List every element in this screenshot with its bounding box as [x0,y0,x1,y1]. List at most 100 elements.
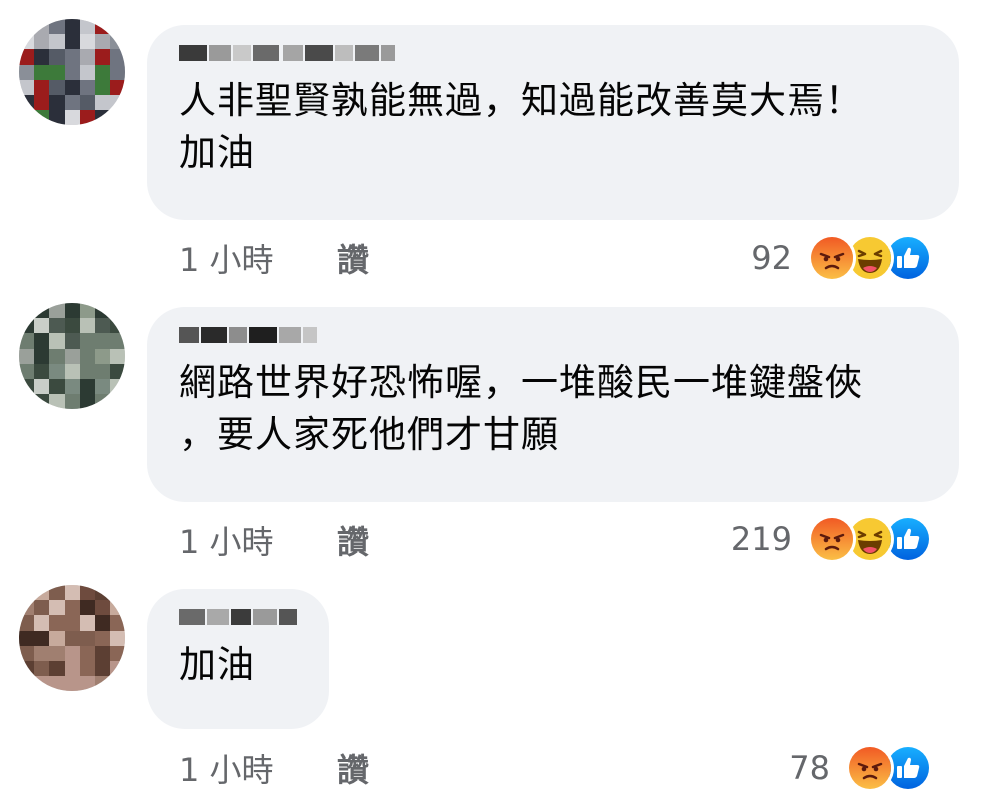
avatar-pixel [79,34,95,50]
avatar-pixel [49,49,65,65]
avatar-pixel [49,363,65,379]
avatar-pixel [64,303,80,319]
avatar-pixel [34,348,50,364]
avatar-pixel [34,661,50,677]
comment-bubble: 網路世界好恐怖喔，一堆酸民一堆鍵盤俠 ，要人家死他們才甘願 [147,307,959,502]
avatar-pixel [34,615,50,631]
avatar-pixel [79,303,95,319]
avatar-pixel [95,49,111,65]
angry-reaction-icon [808,515,856,563]
avatar-pixel [19,585,35,601]
avatar-pixel [19,348,35,364]
reaction-icons [808,234,932,282]
avatar-pixel [110,64,125,80]
blurred-name-block [249,327,277,343]
avatar-pixel [34,303,50,319]
blurred-name-block [229,327,247,343]
like-button[interactable]: 讚 [337,240,369,280]
avatar-pixel [19,645,35,661]
avatar-pixel [79,110,95,125]
avatar-pixel [19,600,35,616]
avatar-pixel [64,49,80,65]
avatar-pixel [110,348,125,364]
avatar-pixel [95,110,111,125]
avatar-pixel [79,394,95,409]
author-name-blurred[interactable] [179,605,297,633]
avatar-pixel [64,645,80,661]
angry-reaction-icon [808,234,856,282]
avatar-pixel [49,34,65,50]
avatar-pixel [34,64,50,80]
avatar-pixel [49,379,65,395]
avatar-pixel [95,630,111,646]
avatar-pixel [49,318,65,334]
reaction-summary[interactable]: 219 [730,515,932,563]
avatar[interactable] [19,303,125,409]
blurred-name-block [207,609,229,625]
avatar-pixel [95,19,111,35]
comment-time[interactable]: 1 小時 [179,522,274,562]
avatar-pixel [34,600,50,616]
avatar-pixel [79,379,95,395]
avatar-pixel [34,645,50,661]
avatar-pixel [79,64,95,80]
avatar-pixel [19,615,35,631]
avatar-pixel [95,615,111,631]
avatar-pixel [95,645,111,661]
avatar-pixel [49,348,65,364]
avatar-pixel [95,600,111,616]
avatar-pixel [64,394,80,409]
like-button[interactable]: 讚 [337,522,369,562]
avatar-pixel [79,95,95,111]
avatar-pixel [34,363,50,379]
avatar-pixel [49,333,65,349]
avatar-pixel [110,110,125,125]
avatar-pixel [95,661,111,677]
blurred-name-block [279,327,301,343]
comment-text: 人非聖賢孰能無過，知過能改善莫大焉！ 加油 [179,79,863,174]
like-button[interactable]: 讚 [337,750,369,790]
avatar-pixel [95,34,111,50]
avatar-pixel [95,676,111,691]
blurred-name-block [355,45,379,61]
avatar-pixel [64,79,80,95]
blurred-name-block [209,45,231,61]
avatar-pixel [95,585,111,601]
avatar-pixel [79,79,95,95]
avatar-pixel [64,348,80,364]
avatar-pixel [64,19,80,35]
avatar-pixel [79,348,95,364]
avatar-pixel [95,348,111,364]
reaction-icons [808,515,932,563]
avatar-pixel [49,600,65,616]
avatar-pixel [79,19,95,35]
avatar[interactable] [19,19,125,125]
avatar-pixel [79,630,95,646]
avatar-pixel [19,379,35,395]
blurred-name-block [231,609,251,625]
avatar-pixel [19,318,35,334]
avatar-pixel [49,303,65,319]
avatar-pixel [79,363,95,379]
comment-time[interactable]: 1 小時 [179,240,274,280]
avatar[interactable] [19,585,125,691]
comment-time[interactable]: 1 小時 [179,750,274,790]
reaction-summary[interactable]: 78 [789,744,932,792]
avatar-pixel [19,64,35,80]
avatar-pixel [34,333,50,349]
avatar-pixel [110,394,125,409]
avatar-pixel [19,394,35,409]
author-name-blurred[interactable] [179,41,927,69]
avatar-pixel [64,333,80,349]
avatar-pixel [79,615,95,631]
avatar-pixel [79,676,95,691]
author-name-blurred[interactable] [179,323,927,351]
avatar-pixel [19,333,35,349]
reaction-summary[interactable]: 92 [751,234,932,282]
avatar-pixel [49,79,65,95]
blurred-name-block [381,45,395,61]
blurred-name-block [335,45,353,61]
avatar-pixel [110,318,125,334]
avatar-pixel [34,49,50,65]
reaction-count: 219 [730,520,792,558]
